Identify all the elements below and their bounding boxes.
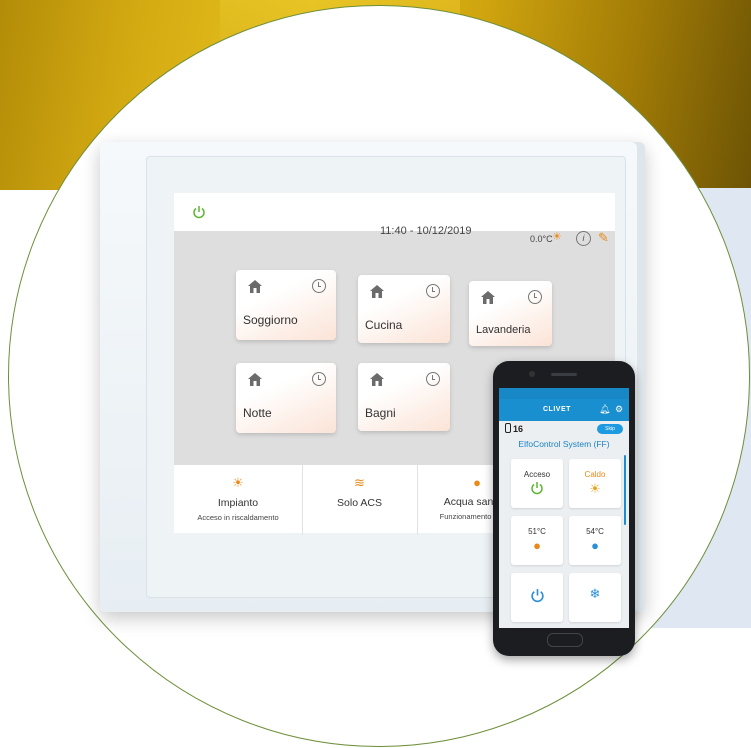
clivet-logo: CLIVET <box>543 406 571 413</box>
room-card-bagni[interactable]: Bagni <box>358 363 450 431</box>
card-value: Acceso <box>523 470 551 479</box>
phone-app-header: CLIVET 🔔︎ ⚙ <box>499 399 629 421</box>
clock-icon[interactable] <box>426 372 440 386</box>
phone-card-mode[interactable]: Caldo ☀ <box>569 459 621 508</box>
device-number-value: 16 <box>513 424 524 434</box>
card-label <box>569 463 621 468</box>
room-label: Notte <box>243 406 272 420</box>
water-waves-icon: ≋ <box>354 475 365 490</box>
card-value: Caldo <box>584 470 606 479</box>
house-icon <box>248 280 262 293</box>
water-drop-snow-icon: ● <box>591 538 599 553</box>
room-label: Cucina <box>365 318 403 332</box>
tablet-clock: 11:40 - 10/12/2019 <box>380 225 472 237</box>
house-icon <box>370 285 384 298</box>
mode-title: Solo ACS <box>337 497 382 509</box>
house-icon <box>248 373 262 386</box>
phone-card-hot-cold[interactable]: ❄ <box>569 573 621 622</box>
card-label <box>511 577 563 582</box>
house-icon <box>481 291 495 304</box>
power-icon <box>531 482 543 495</box>
phone-camera <box>529 371 535 377</box>
room-card-lavanderia[interactable]: Lavanderia <box>469 281 552 346</box>
power-icon <box>530 589 544 603</box>
phone-card-system[interactable]: Acceso <box>511 459 563 508</box>
card-label <box>511 463 563 468</box>
clock-icon[interactable] <box>312 372 326 386</box>
snowflake-sun-icon: ❄ <box>589 586 601 601</box>
bell-icon[interactable]: 🔔︎ <box>599 404 610 415</box>
card-value: 54°C <box>586 527 604 536</box>
gear-icon[interactable]: ⚙ <box>615 404 623 415</box>
room-label: Bagni <box>365 406 396 420</box>
card-label <box>569 577 621 582</box>
phone-system-title: ElfoControl System (FF) <box>518 439 610 449</box>
clock-icon[interactable] <box>528 290 542 304</box>
room-card-notte[interactable]: Notte <box>236 363 336 433</box>
phone-home-button[interactable] <box>547 633 583 647</box>
phone-card-power[interactable] <box>511 573 563 622</box>
mode-solo-acs[interactable]: ≋ Solo ACS <box>302 465 418 535</box>
card-label <box>569 520 621 525</box>
mode-title: Impianto <box>217 497 259 509</box>
brush-icon[interactable]: ✎ <box>598 230 609 246</box>
phone-status-bar <box>499 388 629 399</box>
water-drop-icon: ● <box>533 538 541 553</box>
house-icon <box>370 373 384 386</box>
skip-button[interactable]: Skip <box>597 424 623 434</box>
clock-icon[interactable] <box>312 279 326 293</box>
smartphone: CLIVET 🔔︎ ⚙ 16 Skip ElfoControl System (… <box>493 361 635 656</box>
sun-cloud-icon: ☀ <box>552 231 562 243</box>
power-icon[interactable] <box>192 205 206 219</box>
device-number: 16 <box>505 423 523 434</box>
mode-subtitle: Acceso in riscaldamento <box>197 513 279 522</box>
room-label: Lavanderia <box>476 324 531 336</box>
sun-icon: ☀ <box>589 481 601 496</box>
room-card-cucina[interactable]: Cucina <box>358 275 450 343</box>
card-label <box>511 520 563 525</box>
sun-icon: ☀ <box>232 475 244 490</box>
phone-speaker <box>551 373 577 376</box>
room-label: Soggiorno <box>243 313 298 327</box>
mode-impianto[interactable]: ☀ Impianto Acceso in riscaldamento <box>174 465 303 535</box>
phone-card-water-temp-1[interactable]: 51°C ● <box>511 516 563 565</box>
phone-screen: CLIVET 🔔︎ ⚙ 16 Skip ElfoControl System (… <box>499 388 629 628</box>
phone-card-water-temp-2[interactable]: 54°C ● <box>569 516 621 565</box>
room-card-soggiorno[interactable]: Soggiorno <box>236 270 336 340</box>
phone-scrollbar[interactable] <box>624 455 626 525</box>
clock-icon[interactable] <box>426 284 440 298</box>
outdoor-temperature: 0.0°C <box>530 234 553 244</box>
info-icon[interactable]: i <box>576 231 591 246</box>
thermometer-icon <box>505 423 511 433</box>
card-value: 51°C <box>528 527 546 536</box>
